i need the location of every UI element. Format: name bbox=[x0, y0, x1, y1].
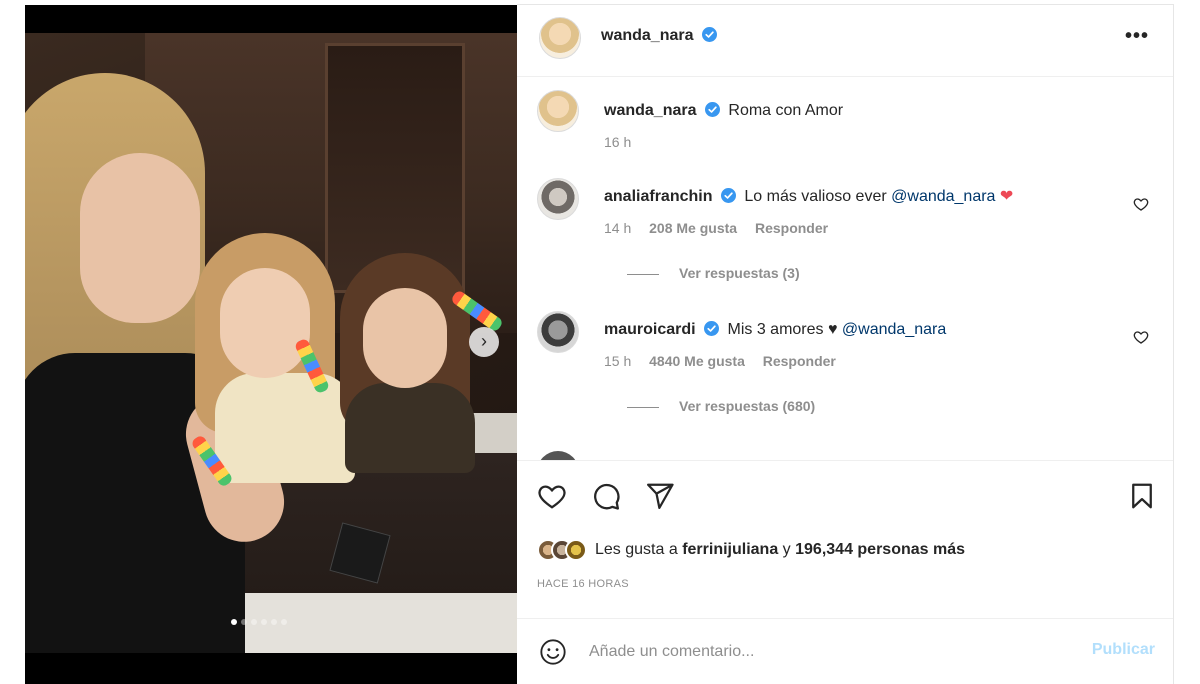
likes-count[interactable]: 196,344 personas más bbox=[795, 541, 965, 558]
red-heart-emoji: ❤ bbox=[999, 188, 1014, 205]
carousel-dot bbox=[231, 619, 237, 625]
photo-woman-face bbox=[80, 153, 200, 323]
comment-mention[interactable]: @wanda_nara bbox=[891, 188, 995, 205]
avatar[interactable] bbox=[539, 17, 581, 59]
view-replies-label: Ver respuestas (3) bbox=[679, 265, 800, 281]
add-comment-bar: Publicar bbox=[517, 618, 1173, 684]
avatar[interactable] bbox=[537, 178, 579, 220]
post-actions: Les gusta a ferrinijuliana y 196,344 per… bbox=[517, 460, 1173, 624]
comment: mauroicardi Mis 3 amores ♥ @wanda_nara 1… bbox=[537, 311, 1157, 421]
comment-body: Lo más valioso ever bbox=[744, 188, 887, 205]
comments-list[interactable]: wanda_nara Roma con Amor 16 h analiafran… bbox=[517, 78, 1173, 460]
emoji-icon[interactable] bbox=[539, 638, 567, 666]
comment-text: analiafranchin Lo más valioso ever @wand… bbox=[604, 187, 1013, 207]
likes-summary: Les gusta a ferrinijuliana y 196,344 per… bbox=[537, 535, 965, 565]
carousel-next-button[interactable]: › bbox=[469, 327, 499, 357]
caption-time[interactable]: 16 h bbox=[604, 134, 631, 150]
photo-girl-2-face bbox=[363, 288, 447, 388]
view-replies-button[interactable]: Ver respuestas (680) bbox=[627, 398, 815, 414]
post-timestamp[interactable]: HACE 16 HORAS bbox=[537, 578, 629, 590]
comment: analiafranchin Lo más valioso ever @wand… bbox=[537, 178, 1157, 288]
carousel-indicator bbox=[231, 619, 287, 625]
comment-likes[interactable]: 4840 Me gusta bbox=[649, 353, 745, 369]
verified-badge-icon bbox=[704, 102, 720, 117]
comment-time[interactable]: 15 h bbox=[604, 353, 631, 369]
carousel-dot bbox=[271, 619, 277, 625]
comment-input[interactable] bbox=[589, 639, 1069, 665]
avatar[interactable] bbox=[537, 90, 579, 132]
comment-username[interactable]: analiafranchin bbox=[604, 188, 712, 205]
publish-button[interactable]: Publicar bbox=[1092, 641, 1155, 659]
likes-joiner: y bbox=[782, 541, 791, 558]
replies-divider bbox=[627, 273, 659, 275]
carousel-dot bbox=[251, 619, 257, 625]
chevron-right-icon: › bbox=[481, 331, 487, 351]
caption-username[interactable]: wanda_nara bbox=[604, 102, 696, 119]
heart-icon[interactable] bbox=[1133, 329, 1149, 345]
caption-meta: 16 h bbox=[604, 134, 645, 150]
photo-girl-1-body bbox=[215, 373, 355, 483]
reply-button[interactable]: Responder bbox=[755, 220, 828, 236]
comment-icon[interactable] bbox=[591, 481, 621, 511]
likes-prefix: Les gusta a bbox=[595, 541, 678, 558]
photo-girl-1-face bbox=[220, 268, 310, 378]
comment-meta: 14 h 208 Me gusta Responder bbox=[604, 220, 842, 236]
caption-text: wanda_nara Roma con Amor bbox=[604, 101, 843, 121]
caption-body: Roma con Amor bbox=[728, 102, 844, 119]
carousel-dot bbox=[241, 619, 247, 625]
post-media[interactable]: › bbox=[25, 5, 517, 684]
comment-likes[interactable]: 208 Me gusta bbox=[649, 220, 737, 236]
verified-badge-icon bbox=[720, 188, 736, 203]
comment-mention[interactable]: @wanda_nara bbox=[842, 321, 946, 338]
heart-icon[interactable] bbox=[1133, 196, 1149, 212]
carousel-dot bbox=[261, 619, 267, 625]
comment-time[interactable]: 14 h bbox=[604, 220, 631, 236]
post-header: wanda_nara ••• bbox=[517, 5, 1173, 77]
view-replies-button[interactable]: Ver respuestas (3) bbox=[627, 265, 800, 281]
comment-text: mauroicardi Mis 3 amores ♥ @wanda_nara bbox=[604, 320, 946, 340]
replies-divider bbox=[627, 406, 659, 408]
verified-badge-icon bbox=[704, 321, 720, 336]
comment-body: Mis 3 amores ♥ bbox=[727, 321, 838, 338]
avatar bbox=[565, 539, 587, 561]
more-options-icon[interactable]: ••• bbox=[1125, 25, 1149, 48]
avatar[interactable] bbox=[537, 311, 579, 353]
comment-username[interactable]: mauroicardi bbox=[604, 321, 696, 338]
heart-icon[interactable] bbox=[537, 481, 567, 511]
comment-meta: 15 h 4840 Me gusta Responder bbox=[604, 353, 850, 369]
avatar[interactable] bbox=[537, 451, 579, 460]
header-username[interactable]: wanda_nara bbox=[601, 27, 693, 44]
photo-girl-2-body bbox=[345, 383, 475, 473]
likes-text: Les gusta a ferrinijuliana y 196,344 per… bbox=[595, 541, 965, 559]
paper-plane-icon[interactable] bbox=[645, 481, 675, 511]
reply-button[interactable]: Responder bbox=[763, 353, 836, 369]
view-replies-label: Ver respuestas (680) bbox=[679, 398, 816, 414]
header-user: wanda_nara bbox=[601, 27, 717, 45]
verified-badge-icon bbox=[701, 27, 717, 42]
liked-by-user[interactable]: ferrinijuliana bbox=[682, 541, 778, 558]
caption: wanda_nara Roma con Amor 16 h bbox=[537, 90, 1157, 150]
carousel-dot bbox=[281, 619, 287, 625]
bookmark-icon[interactable] bbox=[1127, 481, 1157, 511]
post-photo bbox=[25, 33, 517, 653]
post-sidebar: wanda_nara ••• wanda_nara Roma con Amor … bbox=[517, 5, 1173, 684]
